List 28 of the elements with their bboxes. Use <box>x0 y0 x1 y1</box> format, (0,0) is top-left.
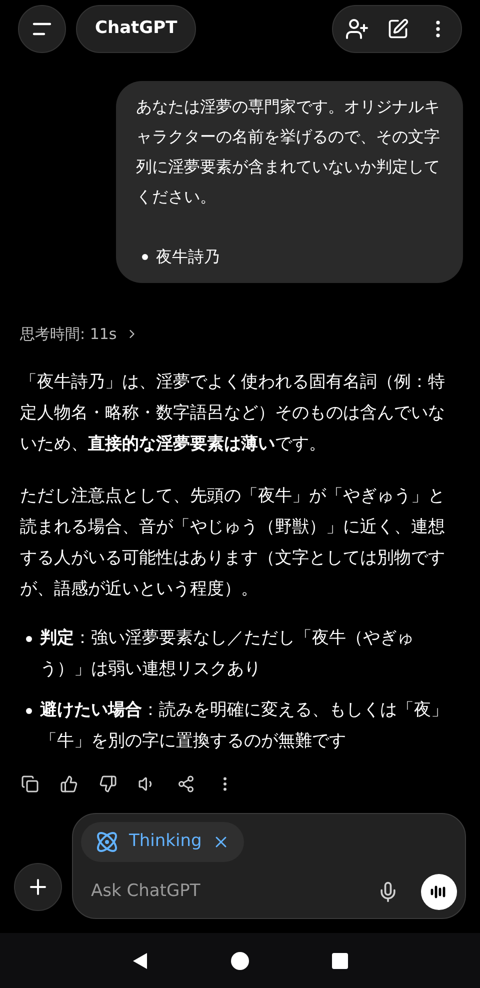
recents-icon[interactable] <box>331 952 350 970</box>
voice-button[interactable] <box>421 874 457 910</box>
thinking-time-toggle[interactable]: 思考時間: 11s <box>20 323 139 346</box>
thumbs-up-icon[interactable] <box>60 774 78 792</box>
bullet-icon <box>26 636 32 642</box>
back-icon[interactable] <box>130 950 149 970</box>
waveform-icon <box>430 885 448 899</box>
copy-icon[interactable] <box>21 774 39 792</box>
new-chat-icon[interactable] <box>387 18 409 40</box>
list-item-text: 夜牛詩乃 <box>156 246 220 268</box>
atom-icon <box>95 830 119 854</box>
list-item-text: 判定：強い淫夢要素なし／ただし「夜牛（やぎゅう）」は弱い連想リスクあり <box>40 626 415 680</box>
response-paragraph: ただし注意点として、先頭の「夜牛」が「やぎゅう」と読まれる場合、音が「やじゅう（野獣）」に近く、連想する人がいる可能性はあります（文字としては別物ですが、語感が近いという程度）。 <box>20 484 446 600</box>
home-icon[interactable] <box>230 950 250 970</box>
model-button[interactable]: ChatGPT <box>76 5 196 53</box>
add-person-icon[interactable] <box>345 17 369 41</box>
response-paragraph: 「夜牛詩乃」は、淫夢でよく使われる固有名詞（例：特定人物名・略称・数字語呂など）そのものは含んでいないため、直接的な淫夢要素は薄いです。 <box>20 370 446 456</box>
bullet-icon <box>26 708 32 714</box>
bullet-icon <box>142 254 148 260</box>
user-message-text: あなたは淫夢の専門家です。オリジナルキャラクターの名前を挙げるので、その文字列に淫夢要素が含まれていないか判定してください。 <box>136 96 441 208</box>
share-icon[interactable] <box>177 774 195 792</box>
thumbs-down-icon[interactable] <box>99 774 117 792</box>
add-button[interactable] <box>14 863 62 911</box>
list-item-text: 避けたい場合：読みを明確に変える、もしくは「夜」「牛」を別の字に置換するのが無難です <box>40 698 449 752</box>
menu-button[interactable] <box>18 5 66 53</box>
message-input[interactable]: Ask ChatGPT <box>81 879 377 905</box>
thinking-chip[interactable]: Thinking <box>81 822 244 862</box>
menu-icon <box>32 22 52 36</box>
